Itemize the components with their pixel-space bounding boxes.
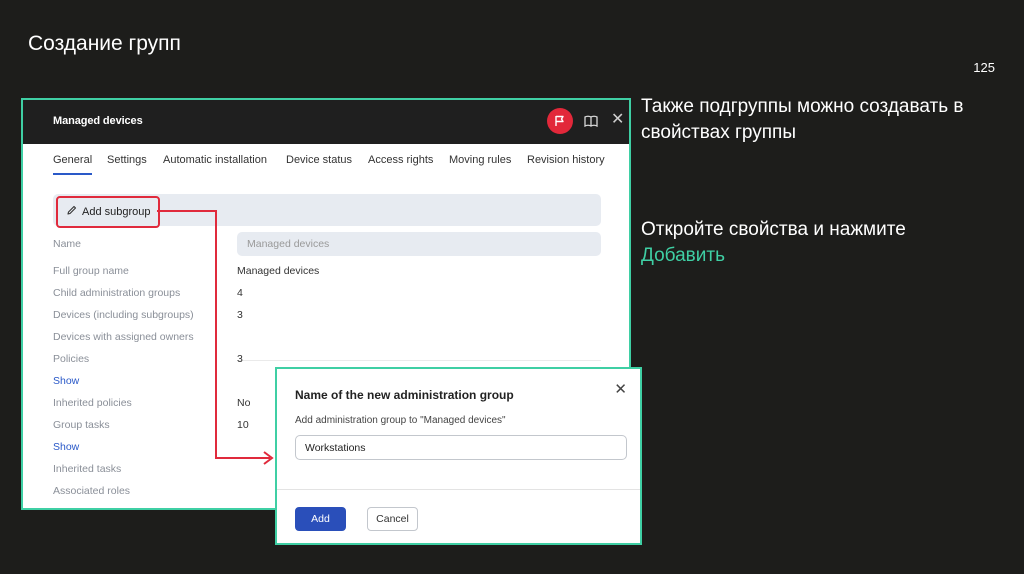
tab-automatic-installation[interactable]: Automatic installation [163,154,267,166]
add-subgroup-label: Add subgroup [82,206,151,218]
page-number: 125 [973,60,995,75]
prop-label: Inherited policies [53,397,132,409]
instruction-note-2: Откройте свойства и нажмите Добавить [641,217,1001,269]
book-icon[interactable] [584,114,598,132]
name-label: Name [53,238,82,250]
slide-title: Создание групп [28,32,181,55]
group-name-input[interactable]: Workstations [295,435,627,460]
divider [237,360,601,361]
prop-value: Managed devices [237,265,320,277]
pencil-icon [66,205,77,219]
prop-label: Child administration groups [53,287,181,299]
prop-value: 4 [237,287,243,299]
prop-value: 3 [237,309,243,321]
cancel-button[interactable]: Cancel [367,507,418,531]
instruction-accent: Добавить [641,245,725,266]
prop-label: Full group name [53,265,129,277]
name-field[interactable]: Managed devices [237,232,601,256]
tab-access-rights[interactable]: Access rights [368,154,433,166]
new-group-dialog: Name of the new administration group ✕ A… [275,367,642,545]
tab-settings[interactable]: Settings [107,154,147,166]
flag-icon[interactable] [547,108,573,134]
divider [277,489,640,490]
instruction-note-1: Также подгруппы можно создавать в свойст… [641,96,964,143]
tab-general[interactable]: General [53,154,93,175]
tab-moving-rules[interactable]: Moving rules [449,154,511,166]
show-tasks-link[interactable]: Show [53,441,79,453]
add-subgroup-button[interactable]: Add subgroup [56,196,160,228]
close-icon[interactable]: ✕ [611,111,624,129]
prop-label: Devices with assigned owners [53,331,194,343]
prop-label: Associated roles [53,485,131,497]
prop-label: Devices (including subgroups) [53,309,194,321]
prop-label: Inherited tasks [53,463,122,475]
add-button[interactable]: Add [295,507,346,531]
prop-label: Policies [53,353,90,365]
window-title: Managed devices [53,115,143,127]
tab-revision-history[interactable]: Revision history [527,154,605,166]
prop-label: Group tasks [53,419,110,431]
window-header: Managed devices ✕ [23,100,629,144]
tab-bar: General Settings Automatic installation … [23,144,629,178]
prop-value: 3 [237,353,243,365]
tab-device-status[interactable]: Device status [286,154,352,166]
prop-value: No [237,397,251,409]
show-policies-link[interactable]: Show [53,375,79,387]
dialog-title: Name of the new administration group [295,388,514,402]
prop-value: 10 [237,419,249,431]
dialog-subtitle: Add administration group to "Managed dev… [295,415,506,426]
close-icon[interactable]: ✕ [614,380,627,398]
instruction-text: Откройте свойства и нажмите [641,219,906,240]
